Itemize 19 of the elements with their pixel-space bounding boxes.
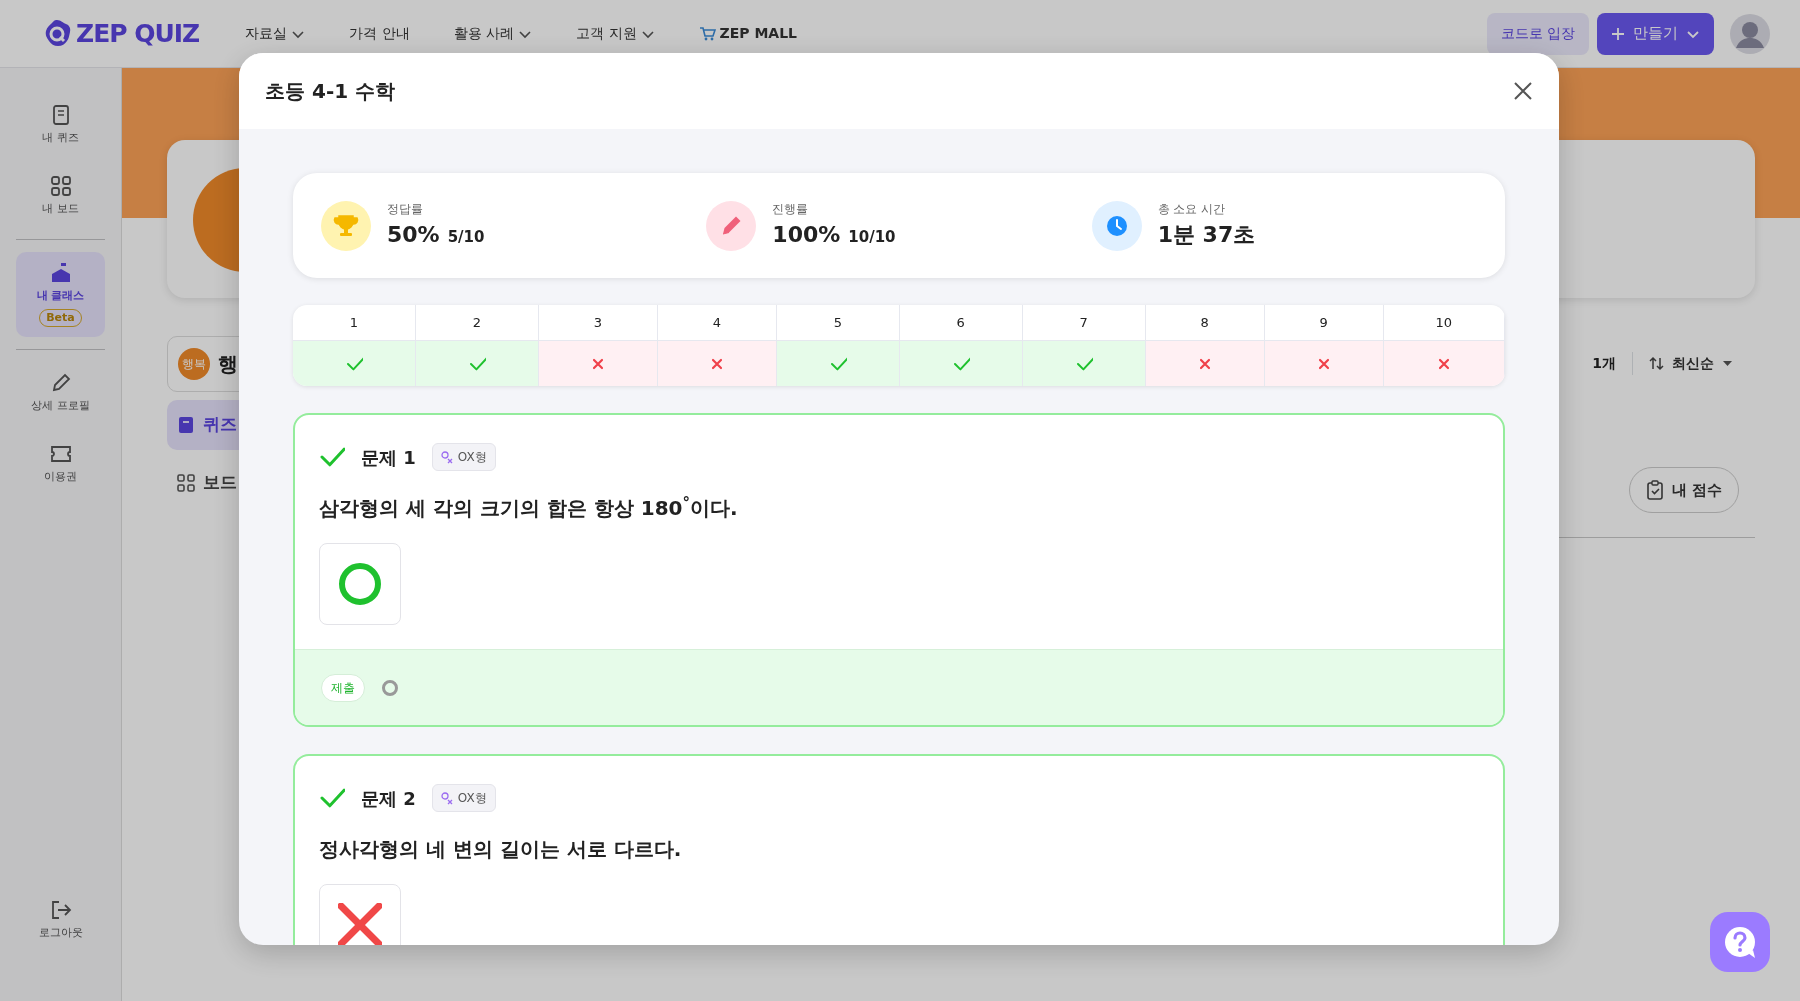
stat-detail: 5/10 [447, 227, 485, 248]
class-name: 행 [218, 351, 238, 378]
question-type-tag: OX형 [431, 784, 496, 812]
question-title: 문제 2 [361, 786, 416, 811]
question-title: 문제 1 [361, 445, 416, 470]
stat-value: 50% [387, 221, 440, 249]
stat-label: 총 소요 시간 [1157, 201, 1227, 218]
item-count: 1개 [1592, 354, 1616, 373]
class-chip: 행복 [178, 348, 210, 380]
question-text: 정사각형의 네 변의 길이는 서로 다르다. [319, 836, 683, 863]
stat-value: 100% [772, 221, 841, 249]
question-type-tag: OX형 [431, 443, 496, 471]
submitted-label: 제출 [321, 673, 365, 702]
stat-value: 1분 37초 [1157, 221, 1256, 249]
stat-detail: 10/10 [848, 227, 896, 248]
stat-label: 정답률 [387, 201, 424, 218]
stat-label: 진행률 [772, 201, 810, 218]
dialog-title: 초등 4-1 수학 [265, 78, 396, 105]
question-text: 삼각형의 세 각의 크기의 합은 항상 180$^{°}$이다. [319, 493, 739, 522]
